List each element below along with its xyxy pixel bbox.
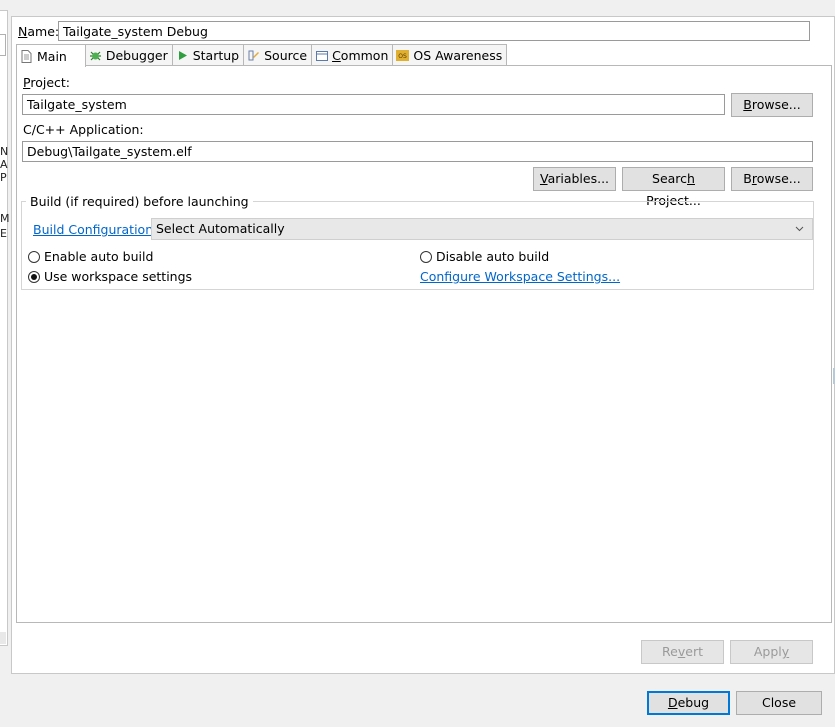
chevron-down-icon (795, 219, 804, 247)
bug-icon (89, 49, 102, 62)
svg-text:OS: OS (399, 53, 408, 60)
name-label: Name: (18, 24, 60, 39)
name-input[interactable]: Tailgate_system Debug (58, 21, 810, 41)
build-configuration-value: Select Automatically (156, 221, 285, 236)
debug-button[interactable]: Debug (647, 691, 730, 715)
revert-button[interactable]: Revert (641, 640, 724, 664)
application-label: C/C++ Application: (23, 122, 144, 137)
use-workspace-settings-radio[interactable] (28, 271, 40, 283)
launch-config-list-panel[interactable] (0, 10, 8, 646)
list-text-fragment: P (0, 171, 7, 184)
build-group-title: Build (if required) before launching (26, 194, 253, 209)
tab-label: Main (37, 48, 67, 64)
common-icon (315, 49, 328, 62)
tab-label: Common (332, 48, 389, 63)
project-label: Project: (23, 75, 70, 90)
enable-auto-build-radio[interactable] (28, 251, 40, 263)
play-icon (176, 49, 189, 62)
build-configuration-select[interactable]: Select Automatically (151, 218, 813, 240)
tab-startup[interactable]: Startup (171, 44, 245, 66)
variables-button[interactable]: Variables... (533, 167, 616, 191)
enable-auto-build-label: Enable auto build (43, 249, 154, 264)
browse-application-button[interactable]: Browse... (731, 167, 813, 191)
close-button[interactable]: Close (736, 691, 822, 715)
tab-debugger[interactable]: Debugger (84, 44, 173, 66)
tab-source[interactable]: Source (243, 44, 313, 66)
use-workspace-settings-label: Use workspace settings (43, 269, 193, 284)
list-text-fragment: E (0, 227, 7, 240)
tab-label: Debugger (105, 48, 168, 63)
list-scroll-fragment (0, 632, 6, 644)
build-configuration-link[interactable]: Build Configuration: (33, 222, 157, 237)
project-input[interactable]: Tailgate_system (22, 94, 725, 115)
list-text-fragment: N (0, 145, 9, 158)
configure-workspace-settings-link[interactable]: Configure Workspace Settings... (420, 269, 620, 284)
enable-auto-build-option[interactable]: Enable auto build (28, 249, 153, 264)
list-text-fragment: A (0, 158, 8, 171)
tab-label: Startup (192, 48, 240, 63)
tab-strip: Main Debugger Startup Source Common OS O… (16, 44, 508, 67)
tab-common[interactable]: Common (311, 44, 394, 66)
document-icon (20, 49, 33, 63)
source-icon (247, 49, 260, 62)
use-workspace-settings-option[interactable]: Use workspace settings (28, 269, 192, 284)
browse-project-button[interactable]: Browse... (731, 93, 813, 117)
os-icon: OS (396, 49, 410, 62)
apply-button[interactable]: Apply (730, 640, 813, 664)
tab-main[interactable]: Main (16, 44, 86, 67)
disable-auto-build-label: Disable auto build (435, 249, 550, 264)
disable-auto-build-option[interactable]: Disable auto build (420, 249, 549, 264)
filter-input-fragment[interactable] (0, 34, 6, 56)
tab-os-awareness[interactable]: OS OS Awareness (392, 44, 508, 66)
application-input[interactable]: Debug\Tailgate_system.elf (22, 141, 813, 162)
tab-label: Source (264, 48, 308, 63)
search-project-button[interactable]: Search Project... (622, 167, 725, 208)
disable-auto-build-radio[interactable] (420, 251, 432, 263)
tab-label: OS Awareness (413, 48, 503, 63)
list-text-fragment: M (0, 212, 10, 225)
